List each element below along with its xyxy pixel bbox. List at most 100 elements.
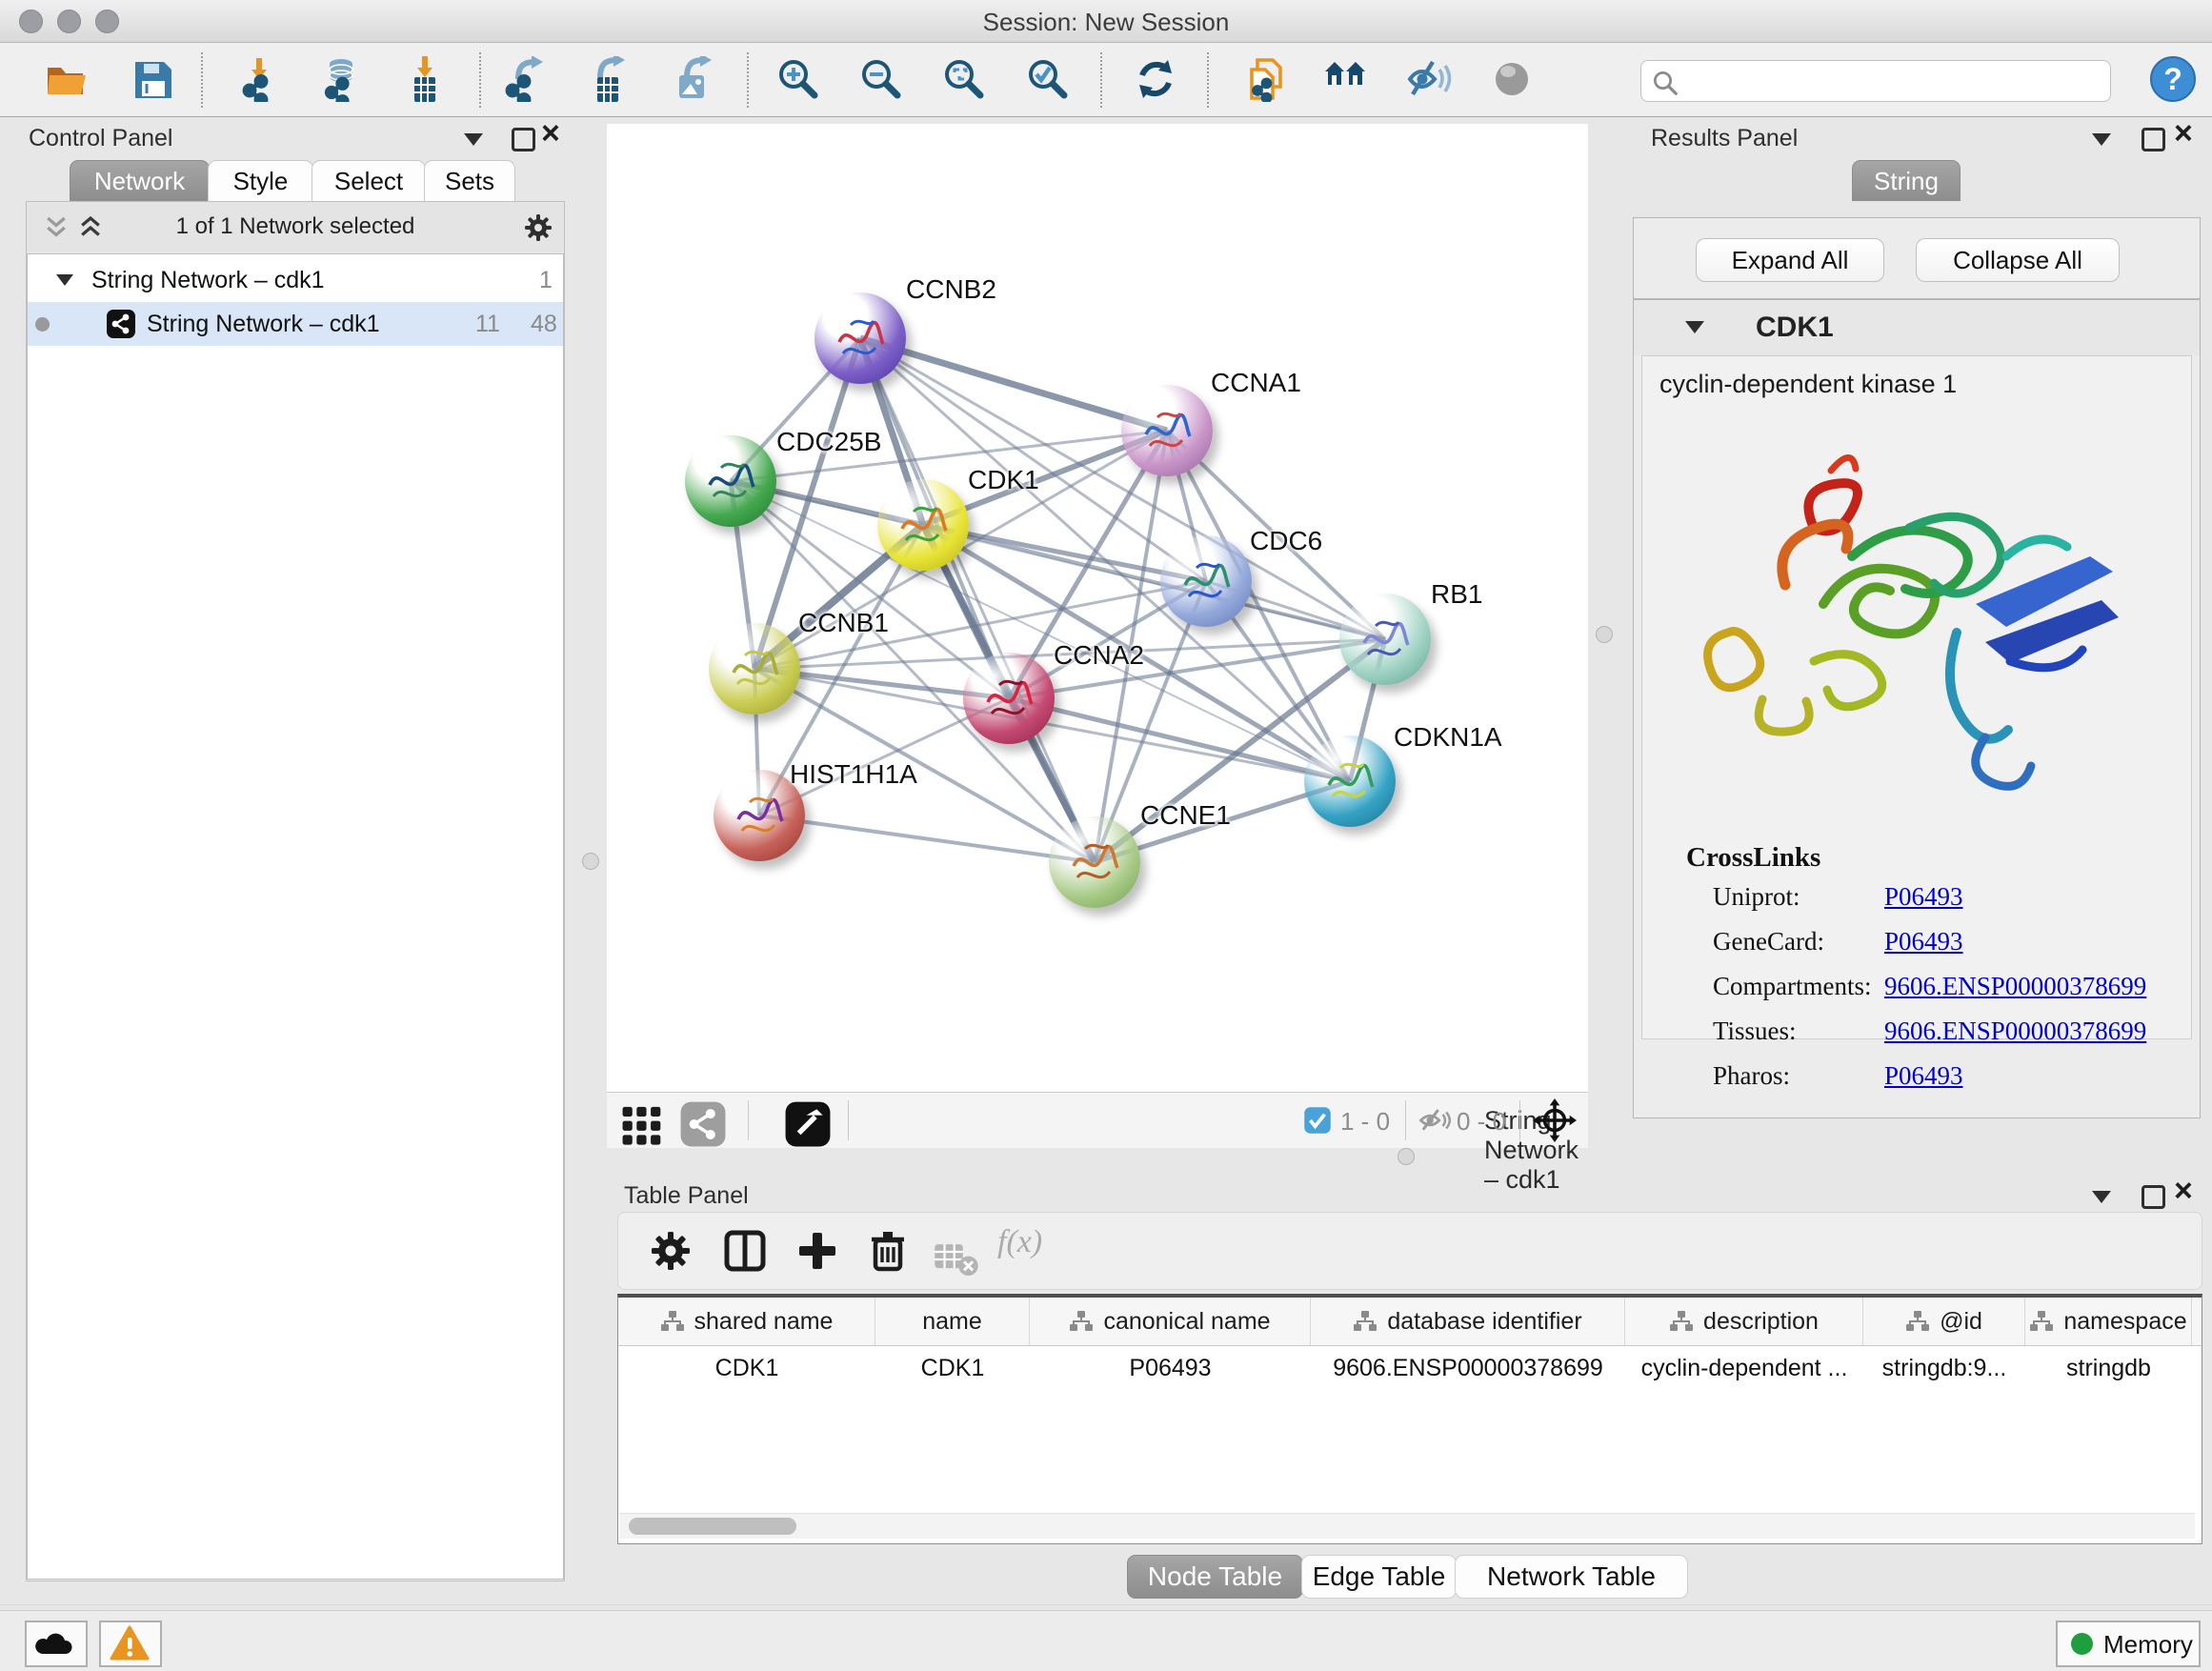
- tab-edge-table[interactable]: Edge Table: [1301, 1555, 1457, 1599]
- collapse-all-button[interactable]: Collapse All: [1916, 238, 2120, 282]
- export-image-icon[interactable]: [670, 56, 717, 104]
- add-column-icon[interactable]: [794, 1227, 841, 1275]
- column-header-canonical-name[interactable]: canonical name: [1030, 1298, 1311, 1345]
- refresh-view-icon[interactable]: [1133, 56, 1180, 104]
- table-panel-title: Table Panel: [624, 1182, 749, 1210]
- column-header-description[interactable]: description: [1625, 1298, 1863, 1345]
- table-panel-float-icon[interactable]: [2142, 1185, 2165, 1209]
- table-cell[interactable]: 9606.ENSP00000378699: [1311, 1347, 1625, 1389]
- bottom-divider-grip[interactable]: [1398, 1148, 1415, 1165]
- grid-view-icon[interactable]: [618, 1100, 666, 1148]
- table-cell[interactable]: CDK1: [875, 1347, 1030, 1389]
- column-header-name[interactable]: name: [875, 1298, 1030, 1345]
- search-field[interactable]: [1640, 60, 2111, 102]
- network-node-cdk1[interactable]: [877, 479, 969, 571]
- zoom-selected-icon[interactable]: [1025, 56, 1073, 104]
- scrollbar-thumb[interactable]: [629, 1518, 796, 1535]
- selected-checkbox-icon[interactable]: [1303, 1106, 1332, 1135]
- hide-selected-icon[interactable]: [1406, 56, 1454, 104]
- crosslink-link[interactable]: 9606.ENSP00000378699: [1884, 972, 2146, 1001]
- zoom-fit-icon[interactable]: [941, 56, 989, 104]
- crosslink-label: Compartments:: [1713, 972, 1871, 1000]
- network-node-cdc6[interactable]: [1160, 535, 1252, 627]
- zoom-in-icon[interactable]: [775, 56, 823, 104]
- network-node-rb1[interactable]: [1339, 594, 1431, 685]
- crosslink-label: Pharos:: [1713, 1061, 1790, 1090]
- column-header-shared-name[interactable]: shared name: [618, 1298, 875, 1345]
- delete-column-trash-icon[interactable]: [864, 1227, 912, 1275]
- first-neighbors-icon[interactable]: [1323, 56, 1371, 104]
- results-panel-menu-icon[interactable]: [2092, 133, 2111, 146]
- zoom-out-icon[interactable]: [858, 56, 906, 104]
- table-cell[interactable]: stringdb:9...: [1863, 1347, 2025, 1389]
- column-header--id[interactable]: @id: [1863, 1298, 2025, 1345]
- export-network-icon[interactable]: [503, 56, 551, 104]
- results-panel-close-icon[interactable]: ×: [2174, 124, 2193, 143]
- crosslink-link[interactable]: P06493: [1884, 927, 1963, 956]
- open-session-icon[interactable]: [44, 56, 91, 104]
- table-options-gear-icon[interactable]: [647, 1227, 694, 1275]
- table-cell[interactable]: cyclin-dependent ...: [1625, 1347, 1863, 1389]
- expand-all-button[interactable]: Expand All: [1696, 238, 1884, 282]
- import-network-database-icon[interactable]: [318, 56, 366, 104]
- network-node-ccna1[interactable]: [1121, 385, 1213, 476]
- node-label-ccne1: CCNE1: [1140, 800, 1231, 831]
- pan-crosshair-icon[interactable]: [1533, 1098, 1577, 1142]
- network-node-ccnb2[interactable]: [814, 292, 906, 384]
- control-panel-close-icon[interactable]: ×: [541, 124, 560, 143]
- node-section-header[interactable]: CDK1: [1634, 300, 2200, 355]
- table-cell[interactable]: CDK1: [618, 1347, 875, 1389]
- network-canvas[interactable]: CCNB2 CCNA1 CDC25B CDK1 CDC6 RB1 CCNB1 C…: [607, 124, 1588, 1092]
- network-view-icon[interactable]: [679, 1100, 727, 1148]
- export-table-icon[interactable]: [585, 56, 633, 104]
- clone-network-icon[interactable]: [1244, 56, 1292, 104]
- table-cell[interactable]: stringdb: [2025, 1347, 2192, 1389]
- crosslink-link[interactable]: P06493: [1884, 1061, 1963, 1091]
- table-panel-menu-icon[interactable]: [2092, 1191, 2111, 1203]
- crosslink-link[interactable]: P06493: [1884, 882, 1963, 912]
- left-divider-grip[interactable]: [582, 853, 599, 870]
- control-panel-title: Control Panel: [29, 125, 172, 152]
- column-header-namespace[interactable]: namespace: [2025, 1298, 2192, 1345]
- network-row[interactable]: String Network – cdk1 11 48: [28, 302, 563, 346]
- control-panel-float-icon[interactable]: [512, 128, 535, 151]
- table-panel-close-icon[interactable]: ×: [2174, 1181, 2193, 1200]
- help-button[interactable]: ?: [2148, 54, 2196, 102]
- protein-structure-image: [1671, 413, 2166, 823]
- network-node-cdkn1a[interactable]: [1304, 735, 1396, 827]
- network-node-ccne1[interactable]: [1049, 816, 1140, 908]
- network-options-gear-icon[interactable]: [522, 211, 554, 244]
- tab-network-table[interactable]: Network Table: [1455, 1555, 1688, 1599]
- network-view-toolbar: String Network – cdk1 1 - 0 0 - 0: [607, 1092, 1588, 1148]
- tab-string[interactable]: String: [1852, 160, 1961, 201]
- memory-button[interactable]: Memory: [2056, 1621, 2201, 1667]
- show-all-icon[interactable]: [1489, 56, 1537, 104]
- tab-sets[interactable]: Sets: [424, 160, 515, 201]
- tab-network[interactable]: Network: [70, 160, 210, 201]
- network-node-ccnb1[interactable]: [709, 623, 800, 715]
- network-node-ccna2[interactable]: [963, 653, 1055, 744]
- column-header-database-identifier[interactable]: database identifier: [1311, 1298, 1625, 1345]
- table-cell[interactable]: P06493: [1030, 1347, 1311, 1389]
- cloud-status-button[interactable]: [25, 1621, 88, 1667]
- tab-select[interactable]: Select: [312, 160, 426, 201]
- network-collection-row[interactable]: String Network – cdk1 1: [28, 258, 563, 302]
- network-label: String Network – cdk1: [147, 302, 380, 346]
- control-panel-menu-icon[interactable]: [464, 133, 483, 146]
- import-network-file-icon[interactable]: [236, 56, 284, 104]
- search-input[interactable]: [1687, 65, 2101, 97]
- node-label-rb1: RB1: [1431, 579, 1482, 610]
- network-node-cdc25b[interactable]: [685, 435, 776, 527]
- tab-node-table[interactable]: Node Table: [1127, 1555, 1303, 1599]
- birds-eye-view-icon[interactable]: [784, 1100, 832, 1148]
- import-table-file-icon[interactable]: [402, 56, 450, 104]
- right-divider-grip[interactable]: [1596, 626, 1613, 643]
- tab-style[interactable]: Style: [208, 160, 313, 201]
- show-columns-icon[interactable]: [721, 1227, 769, 1275]
- results-panel-float-icon[interactable]: [2142, 128, 2165, 151]
- crosslink-link[interactable]: 9606.ENSP00000378699: [1884, 1017, 2146, 1046]
- collection-expand-icon[interactable]: [56, 274, 73, 286]
- save-session-icon[interactable]: [130, 56, 177, 104]
- warnings-button[interactable]: [99, 1621, 162, 1667]
- node-section-expand-icon[interactable]: [1685, 321, 1704, 333]
